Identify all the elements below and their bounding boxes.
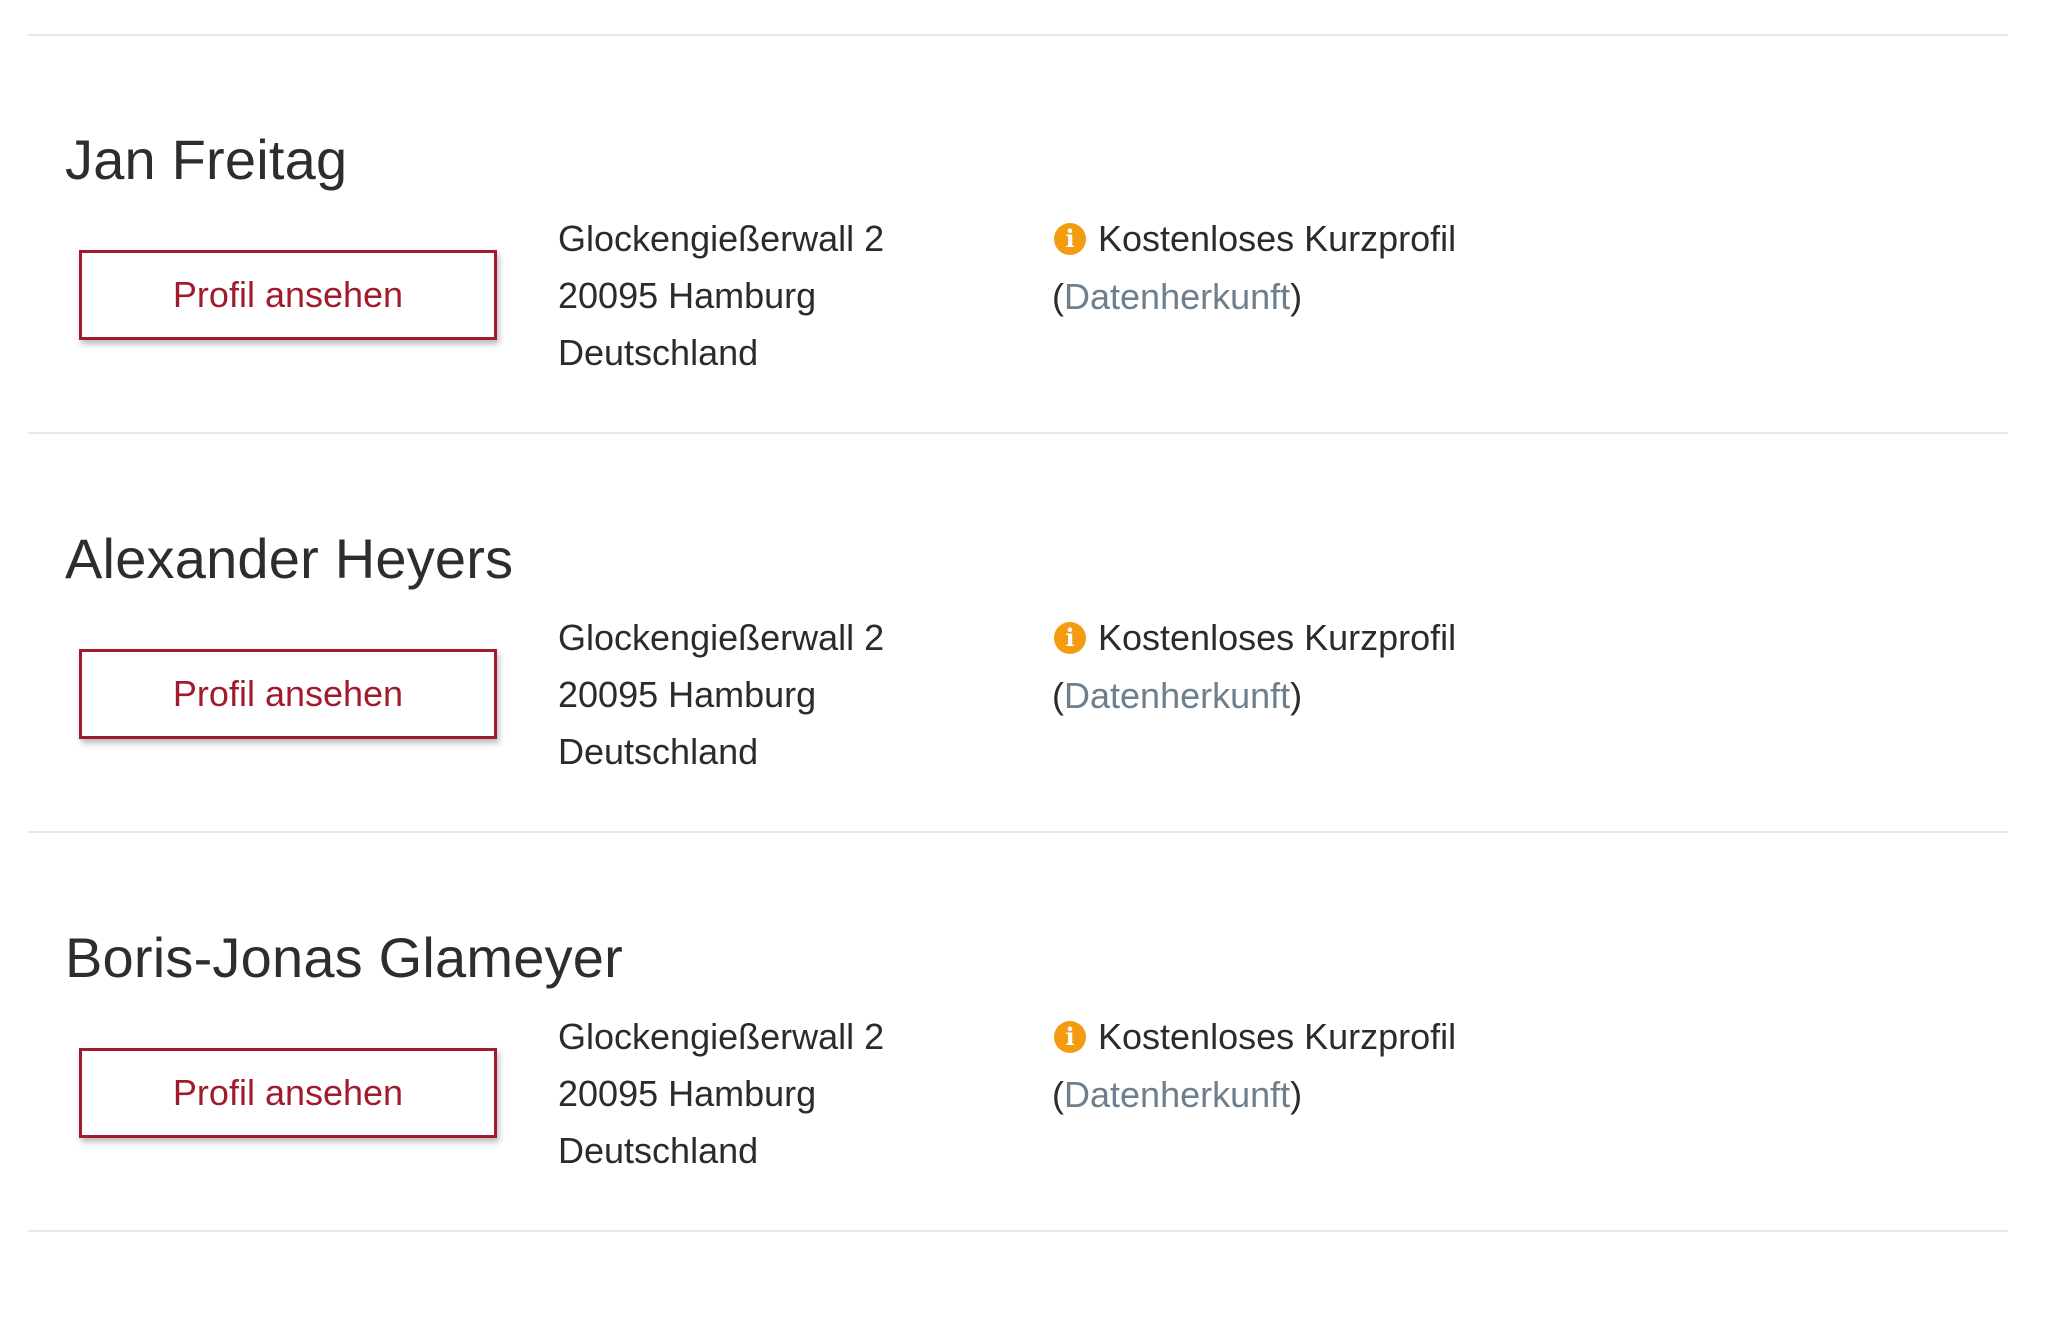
person-name: Boris-Jonas Glameyer <box>65 926 623 989</box>
result-entry: Alexander Heyers Profil ansehen Glockeng… <box>0 531 2062 931</box>
profile-info: i Kostenloses Kurzprofil (Datenherkunft) <box>1052 1008 1456 1124</box>
address-country: Deutschland <box>558 731 759 772</box>
divider <box>28 432 2008 434</box>
address-street: Glockengießerwall 2 <box>558 617 885 658</box>
view-profile-button[interactable]: Profil ansehen <box>79 250 497 340</box>
info-line: i Kostenloses Kurzprofil <box>1052 609 1456 667</box>
address-block: Glockengießerwall 2 20095 Hamburg Deutsc… <box>558 609 884 780</box>
paren-close: ) <box>1290 675 1303 716</box>
address-city: 20095 Hamburg <box>558 275 817 316</box>
person-name: Jan Freitag <box>65 128 348 191</box>
paren-open: ( <box>1052 675 1064 716</box>
info-icon: i <box>1054 223 1086 255</box>
info-label: Kostenloses Kurzprofil <box>1098 218 1457 259</box>
data-source-line: (Datenherkunft) <box>1052 268 1456 326</box>
info-label: Kostenloses Kurzprofil <box>1098 617 1457 658</box>
data-source-line: (Datenherkunft) <box>1052 667 1456 725</box>
profile-info: i Kostenloses Kurzprofil (Datenherkunft) <box>1052 609 1456 725</box>
data-source-link[interactable]: Datenherkunft <box>1064 675 1290 716</box>
paren-close: ) <box>1290 276 1303 317</box>
info-icon: i <box>1054 1021 1086 1053</box>
info-icon: i <box>1054 622 1086 654</box>
view-profile-button[interactable]: Profil ansehen <box>79 1048 497 1138</box>
info-line: i Kostenloses Kurzprofil <box>1052 210 1456 268</box>
address-street: Glockengießerwall 2 <box>558 218 885 259</box>
data-source-link[interactable]: Datenherkunft <box>1064 276 1290 317</box>
view-profile-button[interactable]: Profil ansehen <box>79 649 497 739</box>
address-city: 20095 Hamburg <box>558 1073 817 1114</box>
info-label: Kostenloses Kurzprofil <box>1098 1016 1457 1057</box>
info-line: i Kostenloses Kurzprofil <box>1052 1008 1456 1066</box>
person-name: Alexander Heyers <box>65 527 514 590</box>
profile-info: i Kostenloses Kurzprofil (Datenherkunft) <box>1052 210 1456 326</box>
divider <box>28 831 2008 833</box>
paren-open: ( <box>1052 276 1064 317</box>
paren-close: ) <box>1290 1074 1303 1115</box>
address-block: Glockengießerwall 2 20095 Hamburg Deutsc… <box>558 210 884 381</box>
address-block: Glockengießerwall 2 20095 Hamburg Deutsc… <box>558 1008 884 1179</box>
address-street: Glockengießerwall 2 <box>558 1016 885 1057</box>
data-source-link[interactable]: Datenherkunft <box>1064 1074 1290 1115</box>
result-entry: Jan Freitag Profil ansehen Glockengießer… <box>0 132 2062 532</box>
divider <box>28 34 2008 36</box>
divider <box>28 1230 2008 1232</box>
address-country: Deutschland <box>558 332 759 373</box>
address-city: 20095 Hamburg <box>558 674 817 715</box>
data-source-line: (Datenherkunft) <box>1052 1066 1456 1124</box>
results-list: Jan Freitag Profil ansehen Glockengießer… <box>0 0 2062 1262</box>
address-country: Deutschland <box>558 1130 759 1171</box>
result-entry: Boris-Jonas Glameyer Profil ansehen Gloc… <box>0 930 2062 1330</box>
paren-open: ( <box>1052 1074 1064 1115</box>
